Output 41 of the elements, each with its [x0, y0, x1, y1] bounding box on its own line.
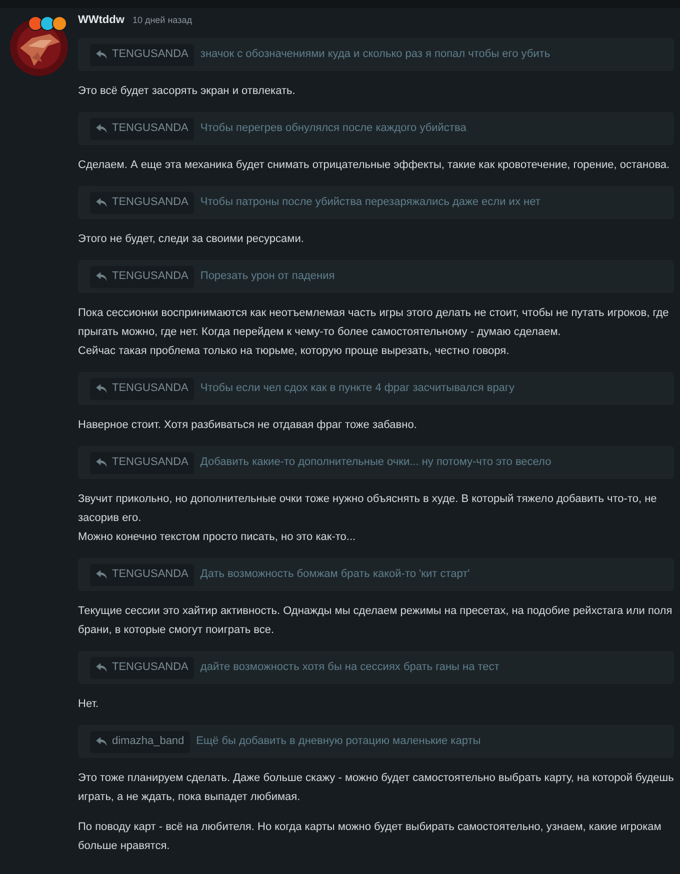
comment-text: Звучит прикольно, но дополнительные очки тоже нужно объяснять в худе. В который тяжело добавить что-то, не засорив его. — [78, 492, 658, 526]
reply-icon — [96, 272, 107, 281]
quote-text: Добавить какие-то дополнительные очки... ну потому-что это весело — [200, 455, 552, 470]
comment-text: Пока сессионки воспринимаются как неотъемлемая часть игры этого делать не стоит, чтобы не путать игроков, где прыгать можно, где нет. Когда перейдем к чему-то более самостоятельному - думаю сделаем. — [78, 306, 670, 340]
quoted-user-tag[interactable]: TENGUSANDA — [90, 192, 194, 214]
quote-text: Ещё бы добавить в дневную ротацию маленькие карты — [196, 734, 481, 750]
comment-text: Это всё будет засорять экран и отвлекать. — [78, 84, 296, 99]
quoted-user-tag[interactable]: TENGUSANDA — [90, 266, 194, 288]
post-time: 10 дней назад — [132, 14, 192, 27]
comment-text: Этого не будет, следи за своими ресурсами. — [78, 232, 305, 247]
reply-icon — [96, 663, 107, 672]
quoted-user-tag[interactable]: TENGUSANDA — [90, 44, 194, 66]
comment-text: Можно конечно текстом просто писать, но это как-то... — [78, 530, 357, 545]
quoted-user-tag[interactable]: TENGUSANDA — [90, 118, 194, 140]
comment-text: Сделаем. А еще эта механика будет снимать отрицательные эффекты, такие как кровотечение, горение, останова. — [78, 158, 671, 173]
quoted-user-tag[interactable]: TENGUSANDA — [90, 378, 194, 400]
quote-text: Чтобы патроны после убийства перезаряжались даже если их нет — [200, 195, 540, 210]
quote-text: Порезать урон от падения — [200, 269, 335, 284]
quote-text: дайте возможность хотя бы на сессиях брать ганы на тест — [200, 660, 500, 676]
reply-icon — [96, 124, 107, 133]
reply-icon — [96, 198, 107, 207]
comment-text: Наверное стоит. Хотя разбиваться не отдавая фраг тоже забавно. — [78, 418, 418, 433]
quote-text: Чтобы если чел сдох как в пункте 4 фраг засчитывался врагу — [200, 381, 514, 396]
comment-text: По поводу карт - всё на любителя. Но когда карты можно будет выбирать самостоятельно, узнаем, какие игрокам больше нравятся. — [78, 820, 662, 854]
quoted-user-tag[interactable]: TENGUSANDA — [90, 656, 194, 678]
author-name[interactable]: WWtddw — [78, 12, 124, 28]
reply-icon — [96, 458, 107, 467]
reply-icon — [96, 384, 107, 393]
quoted-user-tag[interactable]: TENGUSANDA — [90, 564, 194, 586]
comment-text: Текущие сессии это хайтир активность. Однажды мы сделаем режимы на пресетах, на подобие рейхстага или поля брани, в которые смогут поиграть все. — [78, 604, 674, 638]
quoted-user-tag[interactable]: dimazha_band — [90, 730, 190, 752]
comment-text: Сейчас такая проблема только на тюрьме, которую проще вырезать, честно говоря. — [78, 344, 510, 359]
quote-text: Чтобы перегрев обнулялся после каждого убийства — [200, 121, 466, 136]
reply-icon — [96, 570, 107, 579]
comment-text: Это тоже планируем сделать. Даже больше скажу - можно будет самостоятельно выбрать карту, на которой будешь играть, а не ждать, пока выпадет любимая. — [78, 771, 674, 805]
quoted-user-tag[interactable]: TENGUSANDA — [90, 452, 194, 474]
comment-text: Нет. — [78, 697, 100, 712]
reply-icon — [96, 50, 107, 59]
quote-text: значок с обозначениями куда и сколько раз я попал чтобы его убить — [200, 47, 550, 62]
reply-icon — [96, 737, 107, 746]
quote-text: Дать возможность бомжам брать какой-то 'кит старт' — [200, 567, 470, 582]
